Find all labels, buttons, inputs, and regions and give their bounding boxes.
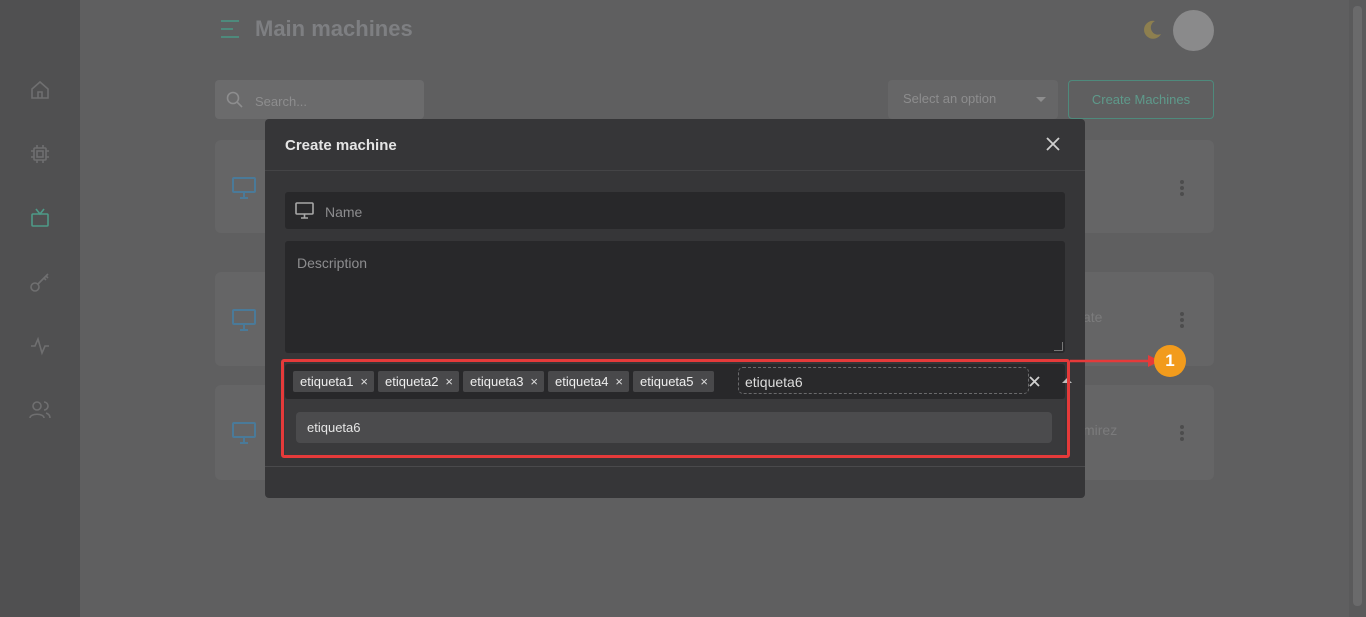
monitor-icon (232, 309, 256, 331)
card-partial-text: mirez (1083, 422, 1118, 438)
filter-select[interactable]: Select an option (888, 80, 1058, 119)
monitor-icon (295, 202, 314, 219)
resize-handle-icon[interactable] (1054, 342, 1063, 351)
sidebar (0, 0, 80, 617)
name-field (285, 192, 1065, 229)
moon-icon[interactable] (1141, 19, 1163, 41)
name-input[interactable] (323, 201, 1047, 223)
create-machines-button[interactable]: Create Machines (1068, 80, 1214, 119)
users-icon[interactable] (28, 398, 52, 422)
monitor-icon (232, 422, 256, 444)
menu-icon[interactable] (219, 18, 241, 40)
monitor-icon (232, 177, 256, 199)
kebab-menu-icon[interactable] (1179, 310, 1185, 330)
kebab-menu-icon[interactable] (1179, 178, 1185, 198)
description-input[interactable] (295, 253, 1059, 349)
modal-footer-divider (265, 466, 1085, 467)
chevron-down-icon (1036, 97, 1046, 102)
activity-icon[interactable] (28, 334, 52, 358)
annotation-arrow-icon (1070, 355, 1160, 367)
filter-select-label: Select an option (903, 91, 997, 106)
search-icon (226, 91, 243, 108)
close-icon[interactable] (1046, 137, 1060, 151)
page-scrollbar[interactable] (1349, 0, 1366, 617)
description-field (285, 241, 1065, 353)
home-icon[interactable] (28, 78, 52, 102)
tv-icon[interactable] (28, 206, 52, 230)
page-title: Main machines (255, 16, 413, 41)
chip-icon[interactable] (28, 142, 52, 166)
avatar[interactable] (1173, 10, 1214, 51)
search-input[interactable] (253, 90, 417, 112)
annotation-highlight-box (281, 359, 1070, 458)
annotation-callout-badge: 1 (1154, 345, 1186, 377)
key-icon[interactable] (28, 270, 52, 294)
card-partial-text: ate (1083, 309, 1103, 325)
modal-title: Create machine (285, 137, 397, 154)
kebab-menu-icon[interactable] (1179, 423, 1185, 443)
modal-header: Create machine (265, 119, 1085, 171)
search-box (215, 80, 424, 119)
